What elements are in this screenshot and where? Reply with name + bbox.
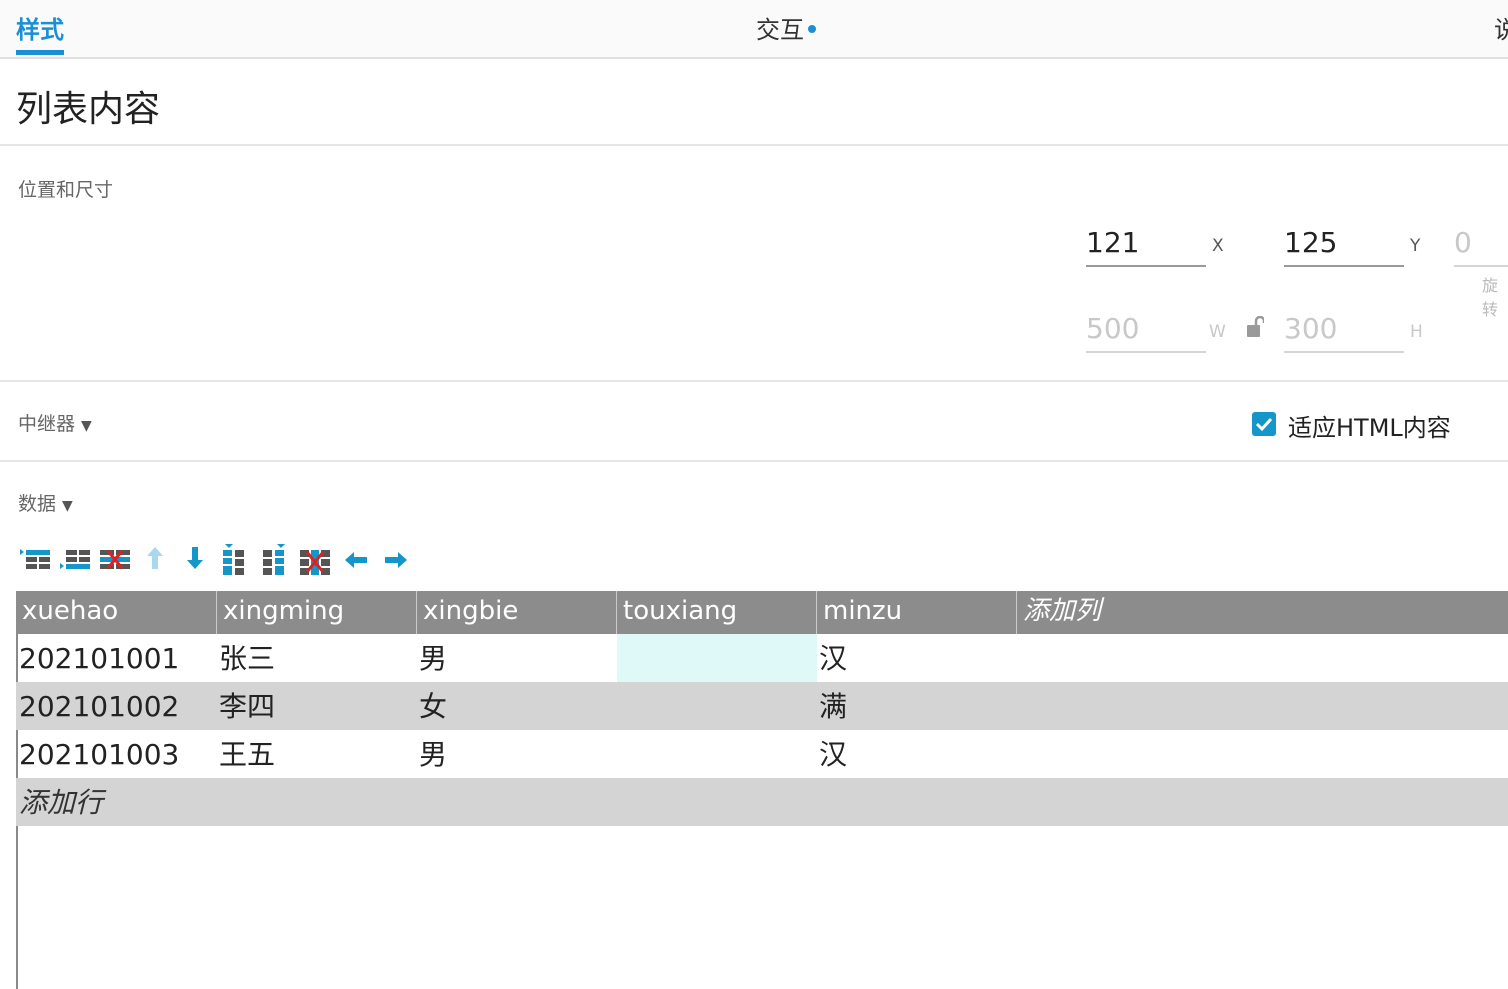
width-unit-label: W [1209, 322, 1226, 342]
table-cell[interactable] [616, 730, 816, 778]
table-cell[interactable]: 李四 [216, 682, 416, 730]
divider [0, 380, 1508, 382]
rotation-input[interactable]: 0 [1454, 226, 1508, 267]
table-cell[interactable]: 满 [816, 682, 1016, 730]
move-left-icon[interactable] [339, 544, 371, 576]
caret-down-icon: ▼ [62, 498, 73, 514]
position-size-label: 位置和尺寸 [18, 179, 114, 201]
divider [0, 144, 1508, 146]
column-header[interactable]: xingbie [416, 591, 616, 634]
delete-row-icon[interactable] [99, 544, 131, 576]
column-header[interactable]: minzu [816, 591, 1016, 634]
table-cell[interactable]: 汉 [816, 730, 1016, 778]
fit-html-label: 适应HTML内容 [1288, 414, 1451, 442]
table-cell[interactable]: 王五 [216, 730, 416, 778]
table-cell[interactable]: 202101001 [16, 634, 216, 682]
table-row: 202101001 张三 男 汉 [16, 634, 1508, 682]
tab-style[interactable]: 样式 [16, 10, 64, 45]
x-unit-label: X [1212, 236, 1224, 256]
fit-html-checkbox[interactable] [1252, 412, 1276, 436]
panel-tab-bar: 样式 交互 说 [0, 0, 1508, 59]
add-row-label: 添加行 [19, 786, 104, 819]
insert-column-left-icon[interactable] [219, 544, 251, 576]
table-row: 202101003 王五 男 汉 [16, 730, 1508, 778]
repeater-section-toggle[interactable]: 中继器 ▼ [18, 409, 92, 436]
table-cell[interactable] [616, 682, 816, 730]
column-header[interactable]: xuehao [16, 591, 216, 634]
tab-interact-label: 交互 [756, 16, 804, 44]
width-input[interactable]: 500 [1086, 312, 1206, 353]
table-cell[interactable]: 202101002 [16, 682, 216, 730]
insert-row-below-icon[interactable] [59, 544, 91, 576]
column-header[interactable]: touxiang [616, 591, 816, 634]
data-section-toggle[interactable]: 数据 ▼ [18, 489, 73, 516]
repeater-label: 中继器 [18, 413, 76, 435]
table-cell[interactable]: 汉 [816, 634, 1016, 682]
insert-row-above-icon[interactable] [19, 544, 51, 576]
table-cell[interactable]: 202101003 [16, 730, 216, 778]
move-right-icon[interactable] [379, 544, 411, 576]
move-up-icon[interactable] [139, 544, 171, 576]
interaction-indicator-dot [808, 25, 816, 33]
insert-column-right-icon[interactable] [259, 544, 291, 576]
caret-down-icon: ▼ [81, 418, 92, 434]
checkmark-icon [1255, 417, 1273, 432]
rotation-label: 旋转 [1482, 276, 1499, 319]
widget-title: 列表内容 [16, 89, 161, 130]
table-row: 202101002 李四 女 满 [16, 682, 1508, 730]
table-cell[interactable]: 女 [416, 682, 616, 730]
unlock-icon[interactable] [1246, 315, 1266, 338]
x-input[interactable]: 121 [1086, 226, 1206, 267]
data-label: 数据 [18, 493, 57, 515]
table-cell[interactable]: 张三 [216, 634, 416, 682]
table-cell[interactable]: 男 [416, 730, 616, 778]
column-header[interactable]: xingming [216, 591, 416, 634]
height-unit-label: H [1410, 322, 1423, 342]
divider [0, 460, 1508, 462]
tab-interact[interactable]: 交互 [756, 10, 816, 45]
delete-column-icon[interactable] [299, 544, 331, 576]
add-column-button[interactable]: 添加列 [1016, 591, 1508, 634]
table-cell-selected[interactable] [617, 634, 817, 682]
table-header: xuehao xingming xingbie touxiang minzu 添… [16, 591, 1508, 634]
active-tab-indicator [16, 50, 64, 55]
y-input[interactable]: 125 [1284, 226, 1404, 267]
add-row-button[interactable]: 添加行 [16, 778, 1508, 826]
y-unit-label: Y [1410, 236, 1421, 256]
height-input[interactable]: 300 [1284, 312, 1404, 353]
table-cell[interactable]: 男 [416, 634, 616, 682]
tab-description[interactable]: 说 [1494, 10, 1508, 45]
move-down-icon[interactable] [179, 544, 211, 576]
